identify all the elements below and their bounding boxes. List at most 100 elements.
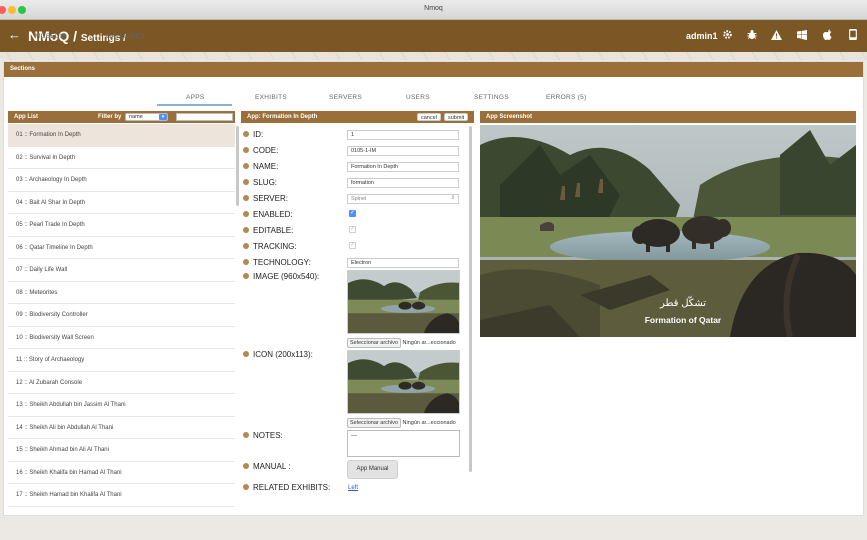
app-list: 01 :: Formation In Depth 02 :: Survival … [8,124,235,507]
list-item[interactable]: 07 :: Daily Life Wall [8,259,235,282]
technology-field[interactable]: Electron [347,258,459,268]
list-item[interactable]: 01 :: Formation In Depth [8,124,235,147]
image-label-text: IMAGE (960x540): [253,272,320,281]
field-bullet-icon [243,163,249,169]
list-item[interactable]: 17 :: Sheikh Hamad bin Khalifa Al Thani [8,484,235,507]
icon-label-text: ICON (200x113): [253,350,313,359]
list-item[interactable]: 05 :: Pearl Trade In Depth [8,214,235,237]
notes-label-text: NOTES: [253,431,283,440]
list-item[interactable]: 02 :: Survival In Depth [8,147,235,169]
app-form-title: App: Formation In Depth [247,114,318,120]
editable-label: EDITABLE: [243,226,293,235]
field-bullet-icon [243,463,249,469]
apple-icon[interactable] [821,29,835,43]
app-manual-button[interactable]: App Manual [347,460,398,479]
code-label: CODE: [243,146,278,155]
submit-button[interactable]: submit [444,113,469,121]
server-label-text: SERVER: [253,194,288,203]
tab-settings[interactable]: SETTINGS [474,94,509,101]
editable-checkbox[interactable]: ✓ [349,226,356,233]
server-select-value: Spinel [351,196,367,202]
icon-file-picker[interactable]: Seleccionar archivo Ningún ar...eccionad… [347,418,456,428]
gear-icon[interactable] [720,29,734,43]
field-bullet-icon [243,179,249,185]
icon-label: ICON (200x113): [243,350,313,359]
list-item[interactable]: 15 :: Sheikh Ahmad bin Ali Al Thani [8,439,235,462]
enabled-checkbox[interactable]: ✓ [349,210,356,217]
warning-icon[interactable] [769,29,783,43]
tab-galleries[interactable]: GALLERIES [106,33,145,40]
related-exhibits-label-text: RELATED EXHIBITS: [253,483,331,492]
list-item[interactable]: 03 :: Archaeology In Depth [8,169,235,192]
list-item[interactable]: 08 :: Meteorites [8,282,235,304]
tab-servers[interactable]: SERVERS [329,94,362,101]
list-item[interactable]: 13 :: Sheikh Abdullah bin Jassim Al Than… [8,394,235,417]
slug-field[interactable]: formation [347,178,459,188]
form-scrollbar[interactable] [469,126,472,472]
sections-header: Sections [4,62,863,77]
notes-label: NOTES: [243,431,283,440]
tab-errors[interactable]: ERRORS (5) [546,94,587,101]
app-screenshot-header: App Screenshot [480,111,856,123]
manual-label: MANUAL : [243,462,291,471]
filter-input[interactable] [176,113,233,121]
code-field[interactable]: 0105-1-IM [347,146,459,156]
chevron-updown-icon: ⇕ [450,195,455,201]
name-label-text: NAME: [253,162,279,171]
window-titlebar: Nmoq [0,0,867,20]
tab-apps[interactable]: APPS [186,94,205,101]
tab-exhibits[interactable]: EXHIBITS [255,94,287,101]
list-item[interactable]: 10 :: Biodiversity Wall Screen [8,327,235,349]
manual-label-text: MANUAL : [253,462,291,471]
tab-museum[interactable]: MUSEUM [35,33,66,40]
field-bullet-icon [243,227,249,233]
app-list-header: App List Filter by name ▾ [8,111,235,123]
icon-file-status: Ningún ar...eccionado [402,420,456,426]
tracking-label-text: TRACKING: [253,242,297,251]
filter-select-value: name [129,114,143,120]
enabled-label-text: ENABLED: [253,210,293,219]
tracking-checkbox[interactable]: ✓ [349,242,356,249]
image-file-status: Ningún ar...eccionado [402,340,456,346]
icon-file-button[interactable]: Seleccionar archivo [347,418,401,428]
list-item[interactable]: 16 :: Sheikh Khalifa bin Hamad Al Thani [8,462,235,484]
screenshot-caption-arabic: تشكّل قطر [659,298,707,309]
list-item[interactable]: 09 :: Biodiversity Controller [8,304,235,327]
windows-icon[interactable] [795,29,809,43]
list-item[interactable]: 04 :: Bait Al Shar In Depth [8,192,235,214]
tracking-label: TRACKING: [243,242,297,251]
app-form-header: App: Formation In Depth cancel submit [241,111,474,123]
name-field[interactable]: Formation In Depth [347,162,459,172]
list-item[interactable]: 12 :: Al Zubarah Console [8,372,235,394]
image-file-picker[interactable]: Seleccionar archivo Ningún ar...eccionad… [347,338,456,348]
cancel-button[interactable]: cancel [417,113,441,121]
mobile-icon[interactable] [846,29,860,43]
app-list-scrollbar[interactable] [236,126,239,206]
list-item[interactable]: 06 :: Qatar Timeline In Depth [8,237,235,259]
bug-icon[interactable] [745,29,759,43]
related-exhibit-link[interactable]: Left [348,485,358,491]
technology-label: TECHNOLOGY: [243,258,311,267]
screenshot-caption-english: Formation of Qatar [644,315,722,325]
field-bullet-icon [243,259,249,265]
notes-textarea[interactable]: --- [347,430,460,457]
field-bullet-icon [243,211,249,217]
related-exhibits-label: RELATED EXHIBITS: [243,483,330,492]
icon-thumbnail [347,350,460,414]
slug-label-text: SLUG: [253,178,278,187]
image-file-button[interactable]: Seleccionar archivo [347,338,401,348]
decorative-pattern [0,52,867,60]
list-item[interactable]: 14 :: Sheikh Ali bin Abdullah Al Thani [8,417,235,439]
technology-label-text: TECHNOLOGY: [253,258,311,267]
image-thumbnail [347,270,460,334]
field-bullet-icon [243,484,249,490]
list-item[interactable]: 11 :: Story of Archaeology [8,349,235,372]
field-bullet-icon [243,351,249,357]
tab-users[interactable]: USERS [406,94,430,101]
filter-select[interactable]: name ▾ [125,113,168,121]
id-label-text: ID: [253,130,264,139]
user-name[interactable]: admin1 [686,31,718,41]
back-arrow-icon[interactable]: ← [8,28,21,42]
server-select[interactable]: Spinel ⇕ [347,194,459,204]
id-field[interactable]: 1 [347,130,459,140]
